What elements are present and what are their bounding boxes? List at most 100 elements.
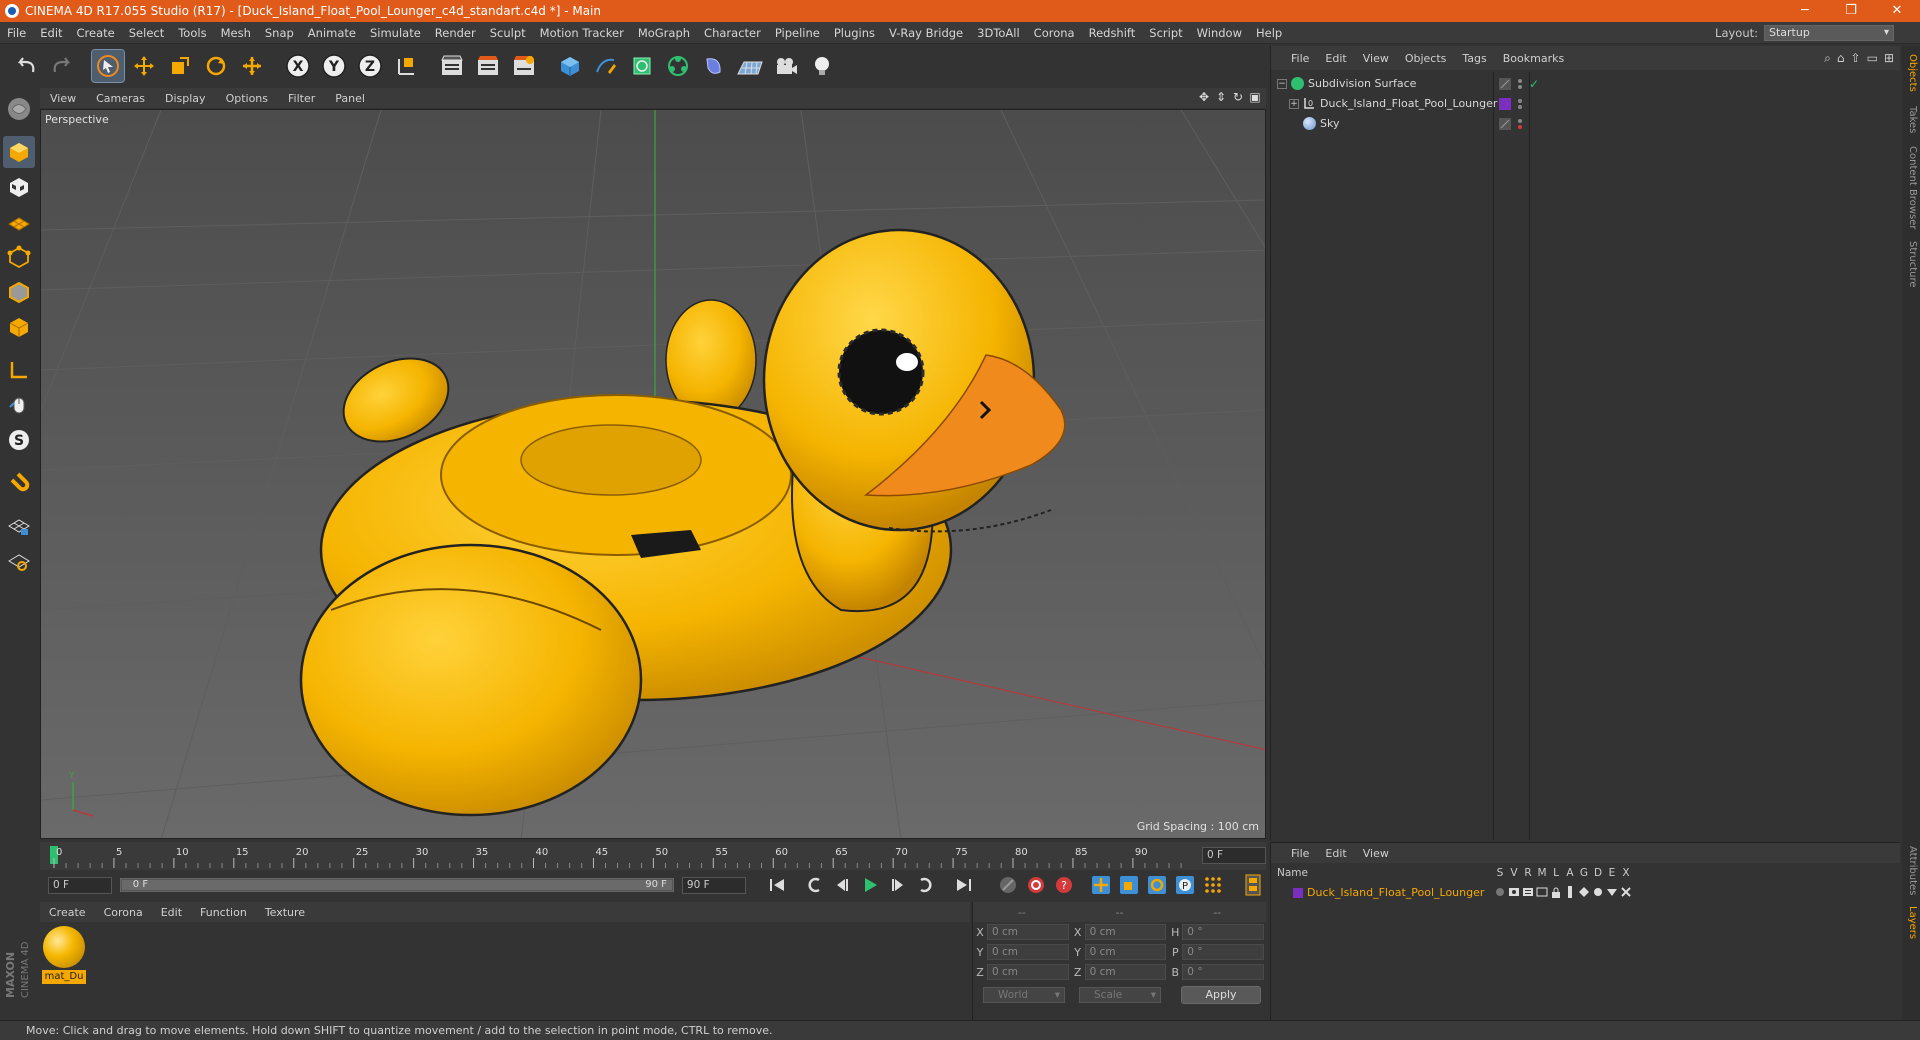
menu-help[interactable]: Help [1249,26,1289,40]
search-icon[interactable]: ⌕ [1824,51,1831,66]
make-editable-icon[interactable] [3,93,35,125]
size-x-field[interactable]: 0 cm [1084,924,1167,940]
rotate-view-icon[interactable]: ↻ [1231,90,1245,104]
pos-y-field[interactable]: 0 cm [986,944,1069,960]
toggle-panel-icon[interactable]: ▣ [1248,90,1262,104]
menu-mesh[interactable]: Mesh [214,26,258,40]
home-icon[interactable]: ⌂ [1837,51,1845,66]
xref-flag-icon[interactable] [1619,886,1633,898]
object-menu-view[interactable]: View [1355,52,1397,65]
undo-icon[interactable] [10,50,42,82]
current-frame-field[interactable]: 0 F [1202,847,1266,864]
menu-snap[interactable]: Snap [258,26,301,40]
layer-row[interactable]: Duck_Island_Float_Pool_Lounger [1271,883,1900,901]
menu-animate[interactable]: Animate [301,26,363,40]
locked-workplane-icon[interactable] [3,510,35,542]
menu-corona[interactable]: Corona [1027,26,1082,40]
redo-icon[interactable] [46,50,78,82]
start-frame-field[interactable]: 0 F [48,876,112,894]
visibility-dots-icon[interactable] [1515,78,1525,90]
scale-tool-icon[interactable] [164,50,196,82]
material-menu-edit[interactable]: Edit [152,906,191,919]
preview-range-slider[interactable]: 0 F 90 F [119,878,674,892]
lock-icon[interactable]: ⊞ [1884,51,1894,66]
play-forward-icon[interactable] [857,874,883,896]
menu-file[interactable]: File [0,26,33,40]
minimize-button[interactable]: ─ [1782,0,1828,22]
z-axis-lock-button[interactable]: Z [354,50,386,82]
autokeying-icon[interactable]: ? [1051,874,1077,896]
menu-tools[interactable]: Tools [171,26,213,40]
edge-mode-icon[interactable] [3,276,35,308]
pos-z-field[interactable]: 0 cm [986,964,1069,980]
menu-render[interactable]: Render [428,26,483,40]
rot-h-field[interactable]: 0 ° [1182,924,1265,940]
menu-simulate[interactable]: Simulate [363,26,428,40]
texture-mode-icon[interactable] [3,171,35,203]
object-menu-objects[interactable]: Objects [1397,52,1455,65]
render-view-icon[interactable] [436,50,468,82]
up-arrow-icon[interactable]: ⇧ [1851,51,1861,66]
viewport-menu-view[interactable]: View [40,92,86,105]
layer-color-swatch[interactable] [1499,97,1511,110]
y-axis-lock-button[interactable]: Y [318,50,350,82]
layer-check-icon[interactable] [1499,117,1511,130]
point-mode-icon[interactable] [3,241,35,273]
timeline-ruler[interactable]: 0 5 10 15 20 25 30 35 40 45 50 55 60 65 70 75 80 85 90 0 F [40,842,1266,870]
solo-mode-icon[interactable]: S [3,424,35,456]
object-row-sky[interactable]: Sky [1271,114,1901,133]
menu-edit[interactable]: Edit [33,26,69,40]
view-flag-icon[interactable] [1507,886,1521,898]
size-z-field[interactable]: 0 cm [1084,964,1167,980]
apply-button[interactable]: Apply [1181,986,1261,1004]
object-name[interactable]: Sky [1320,117,1339,130]
visibility-dots-icon[interactable] [1515,118,1525,130]
size-mode-dropdown[interactable]: Scale [1079,987,1161,1003]
render-picture-viewer-icon[interactable] [472,50,504,82]
tab-content-browser[interactable]: Content Browser [1904,146,1918,229]
key-parameter-icon[interactable]: P [1172,874,1198,896]
manager-flag-icon[interactable] [1535,886,1549,898]
rotate-tool-icon[interactable] [200,50,232,82]
menu-sculpt[interactable]: Sculpt [483,26,533,40]
cube-primitive-icon[interactable] [554,50,586,82]
camera-icon[interactable] [770,50,802,82]
expand-toggle[interactable]: + [1289,98,1299,109]
timeline-window-icon[interactable] [1240,874,1266,896]
layer-name[interactable]: Duck_Island_Float_Pool_Lounger [1271,886,1493,899]
planar-workplane-icon[interactable] [3,545,35,577]
live-selection-icon[interactable] [236,50,268,82]
generator-flag-icon[interactable] [1577,886,1591,898]
record-active-objects-icon[interactable] [1023,874,1049,896]
new-view-icon[interactable]: ▭ [1867,51,1878,66]
rot-p-field[interactable]: 0 ° [1182,944,1265,960]
end-frame-field[interactable]: 90 F [681,876,746,894]
object-menu-edit[interactable]: Edit [1317,52,1354,65]
pen-spline-icon[interactable] [590,50,622,82]
key-scale-icon[interactable] [1116,874,1142,896]
menu-vray-bridge[interactable]: V-Ray Bridge [882,26,970,40]
subdivision-surface-icon[interactable] [626,50,658,82]
key-point-level-icon[interactable] [1200,874,1226,896]
pos-x-field[interactable]: 0 cm [986,924,1069,940]
viewport-menu-panel[interactable]: Panel [325,92,375,105]
workplane-mode-icon[interactable] [3,206,35,238]
menu-window[interactable]: Window [1190,26,1249,40]
solo-flag-icon[interactable] [1493,886,1507,898]
expression-flag-icon[interactable] [1605,886,1619,898]
lock-flag-icon[interactable] [1549,886,1563,898]
tab-layers[interactable]: Layers [1904,906,1918,939]
viewport-menu-options[interactable]: Options [216,92,278,105]
menu-plugins[interactable]: Plugins [827,26,882,40]
material-menu-texture[interactable]: Texture [256,906,314,919]
layer-menu-edit[interactable]: Edit [1317,847,1354,860]
menu-character[interactable]: Character [697,26,768,40]
layout-dropdown[interactable]: Startup [1764,25,1894,41]
floor-icon[interactable] [734,50,766,82]
viewport-menu-display[interactable]: Display [155,92,216,105]
layer-menu-file[interactable]: File [1283,847,1317,860]
menu-redshift[interactable]: Redshift [1082,26,1143,40]
size-y-field[interactable]: 0 cm [1084,944,1167,960]
menu-motion-tracker[interactable]: Motion Tracker [533,26,631,40]
zoom-view-icon[interactable]: ⇕ [1214,90,1228,104]
